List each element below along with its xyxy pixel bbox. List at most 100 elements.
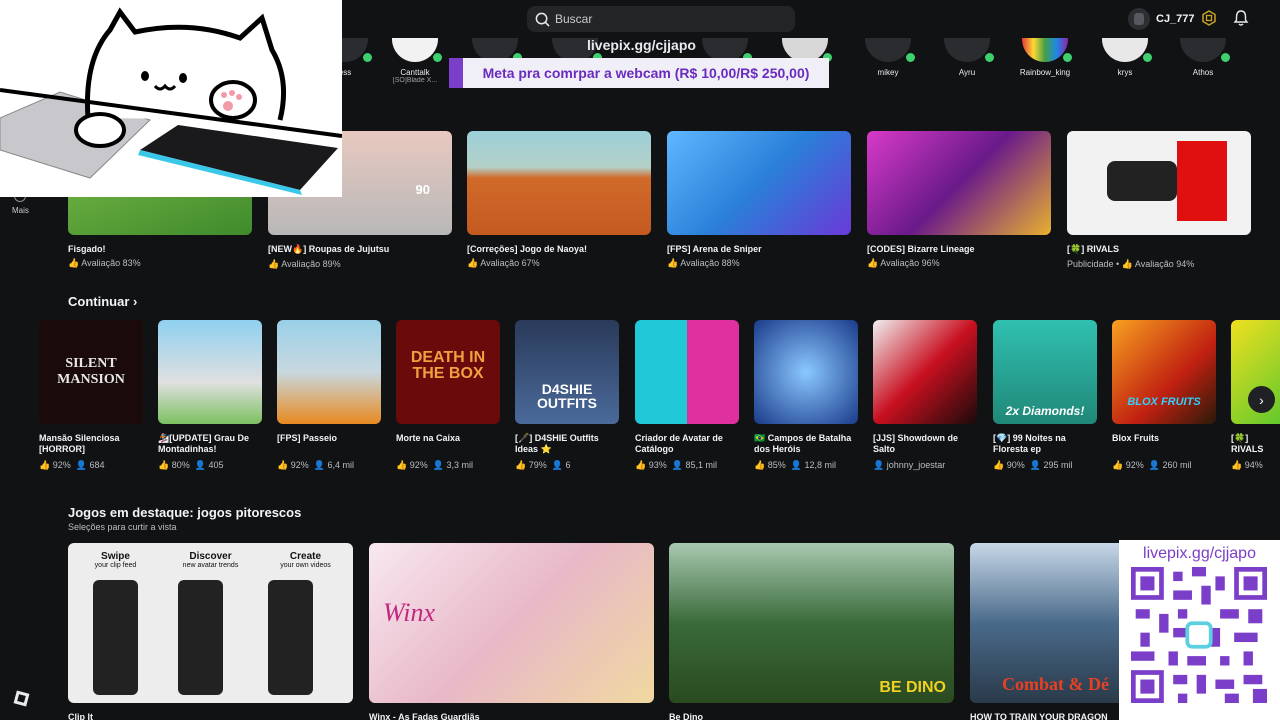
game-thumbnail: BE DINO [669, 543, 954, 703]
friend-item[interactable]: Ayru [932, 38, 1002, 77]
game-card[interactable]: [FPS] Arena de Sniper 👍 Avaliação 88% [667, 131, 851, 269]
game-thumbnail: DEATH IN THE BOX [396, 320, 500, 424]
game-title: Criador de Avatar de Catálogo [635, 433, 723, 454]
thumbs-up-icon: 👍 [68, 258, 80, 268]
game-card[interactable]: Winx Winx - As Fadas Guardiãs [369, 543, 654, 720]
game-title: [NEW🔥] Roupas de Jujutsu [268, 244, 390, 254]
donation-goal-banner: Meta pra comrpar a webcam (R$ 10,00/R$ 2… [449, 58, 829, 88]
thumbnail-text: BE DINO [879, 679, 946, 696]
thumbs-up-icon: 👍 [1121, 259, 1133, 269]
game-title: [💎] 99 Noites na Floresta ep [993, 433, 1066, 454]
online-status-icon [1143, 53, 1152, 62]
qr-code-icon [1131, 567, 1267, 703]
game-title: Blox Fruits [1112, 433, 1160, 443]
game-thumbnail [754, 320, 858, 424]
players-icon: 👤 [75, 460, 87, 470]
online-status-icon [363, 53, 372, 62]
friend-avatar [1022, 38, 1072, 62]
search-icon [535, 12, 550, 27]
game-card[interactable]: [🍀] RIVALS Publicidade • 👍 Avaliação 94% [1067, 131, 1251, 270]
thumbs-up-icon: 👍 [667, 258, 679, 268]
friend-item[interactable]: mikey [853, 38, 923, 77]
game-title: [FPS] Arena de Sniper [667, 244, 762, 254]
thumbnail-text: BLOX FRUITS [1127, 396, 1201, 408]
game-card[interactable]: Criador de Avatar de Catálogo 👍 93% 👤 85… [635, 320, 739, 471]
thumbs-up-icon: 👍 [1231, 460, 1243, 470]
game-card[interactable]: 🇧🇷 Campos de Batalha dos Heróis 👍 85% 👤 … [754, 320, 858, 471]
continue-heading[interactable]: Continuar › [68, 294, 137, 309]
game-card[interactable]: DEATH IN THE BOX Morte na Caixa 👍 92% 👤 … [396, 320, 500, 471]
game-card[interactable]: 🏂[UPDATE] Grau De Montadinhas! 👍 80% 👤 4… [158, 320, 262, 471]
game-card[interactable]: [JJS] Showdown de Salto 👤 johnny_joestar [873, 320, 977, 471]
players-icon: 👤 [671, 460, 683, 470]
friend-item[interactable]: Rainbow_king [1010, 38, 1080, 77]
thumbnail-text: Combat & Dé [1002, 674, 1109, 694]
game-title: Fisgado! [68, 244, 106, 254]
game-thumbnail: D4SHIE OUTFITS [515, 320, 619, 424]
game-stats: 👍 94% [1231, 460, 1263, 470]
game-stats: 👍 92% 👤 260 mil [1112, 460, 1192, 470]
game-card[interactable]: BE DINO Be Dino [669, 543, 954, 720]
game-card[interactable]: D4SHIE OUTFITS [🖋️] D4SHIE Outfits Ideas… [515, 320, 619, 471]
friend-avatar [865, 38, 915, 62]
game-card[interactable]: BLOX FRUITS Blox Fruits 👍 92% 👤 260 mil [1112, 320, 1216, 471]
game-thumbnail [667, 131, 851, 235]
search-bar[interactable] [527, 6, 795, 32]
game-title: [Correções] Jogo de Naoya! [467, 244, 588, 254]
game-rating: 👍 Avaliação 96% [867, 258, 940, 268]
game-card[interactable]: [CODES] Bizarre Lineage 👍 Avaliação 96% [867, 131, 1051, 269]
friend-name: krys [1117, 68, 1133, 77]
friend-name: Ayru [958, 68, 976, 77]
robux-icon[interactable] [1201, 10, 1217, 26]
game-thumbnail [635, 320, 739, 424]
game-stats: 👍 92% 👤 3,3 mil [396, 460, 474, 470]
players-icon: 👤 [194, 460, 206, 470]
game-thumbnail: 2x Diamonds! [993, 320, 1097, 424]
game-stats: 👍 92% 👤 684 [39, 460, 105, 470]
phone-mockup [93, 580, 138, 695]
friend-item[interactable]: Athos [1168, 38, 1238, 77]
game-card[interactable]: 2x Diamonds! [💎] 99 Noites na Floresta e… [993, 320, 1097, 471]
game-rating: Publicidade • 👍 Avaliação 94% [1067, 259, 1195, 269]
game-stats: 👍 92% 👤 6,4 mil [277, 460, 355, 470]
players-icon: 👤 [551, 460, 563, 470]
search-input[interactable] [555, 12, 775, 26]
game-thumbnail: SILENT MANSION [39, 320, 143, 424]
game-card[interactable]: [Correções] Jogo de Naoya! 👍 Avaliação 6… [467, 131, 651, 269]
thumbs-up-icon: 👍 [277, 460, 289, 470]
game-card[interactable]: Combat & Dé HOW TO TRAIN YOUR DRAGON [970, 543, 1120, 720]
featured-heading[interactable]: Jogos em destaque: jogos pitorescos [68, 505, 301, 520]
game-card[interactable]: SILENT MANSION Mansão Silenciosa [HORROR… [39, 320, 143, 471]
thumbnail-text: SILENT MANSION [57, 356, 125, 387]
game-stats: 👍 80% 👤 405 [158, 460, 224, 470]
friend-item[interactable]: krys [1090, 38, 1160, 77]
game-thumbnail [467, 131, 651, 235]
scroll-next-button[interactable]: › [1248, 386, 1275, 413]
friend-name: Rainbow_king [1019, 68, 1071, 77]
friend-item[interactable]: Canttalk [SÓ]Blade X... [380, 38, 450, 84]
game-card[interactable]: Swipe your clip feed Discover new avatar t… [68, 543, 353, 720]
friend-avatar [944, 38, 994, 62]
thumbnail-text: 2x Diamonds! [1005, 404, 1085, 418]
game-title: HOW TO TRAIN YOUR DRAGON [970, 712, 1108, 720]
thumbs-up-icon: 👍 [467, 258, 479, 268]
username: CJ_777 [1156, 13, 1195, 25]
game-title: Morte na Caixa [396, 433, 461, 443]
phone-mockup [178, 580, 223, 695]
thumbs-up-icon: 👍 [867, 258, 879, 268]
game-card[interactable]: [FPS] Passeio 👍 92% 👤 6,4 mil [277, 320, 381, 471]
game-rating: 👍 Avaliação 89% [268, 259, 341, 269]
notification-bell-icon[interactable] [1233, 9, 1249, 27]
friend-name: Canttalk [400, 68, 430, 77]
roblox-logo-icon[interactable] [13, 690, 30, 707]
user-profile[interactable]: CJ_777 [1128, 8, 1195, 30]
game-title: [🍀] RIVALS [1231, 433, 1264, 454]
game-rating: 👍 Avaliação 88% [667, 258, 740, 268]
thumbs-up-icon: 👍 [993, 460, 1005, 470]
thumbs-up-icon: 👍 [754, 460, 766, 470]
avatar[interactable] [1128, 8, 1150, 30]
sidebar-more[interactable]: Mais [12, 206, 29, 215]
game-thumbnail: Winx [369, 543, 654, 703]
game-creator: 👤 johnny_joestar [873, 460, 946, 470]
streamer-cam-overlay [0, 0, 342, 197]
